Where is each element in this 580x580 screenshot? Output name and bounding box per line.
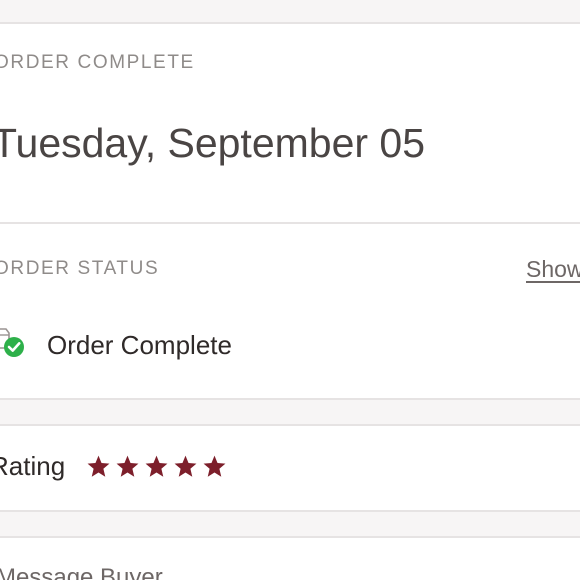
order-status-section: ORDER STATUS Show Order Complete (0, 222, 580, 400)
order-details-page: ORDER COMPLETE Tuesday, September 05 ORD… (0, 0, 580, 580)
star-icon (145, 455, 168, 477)
star-icon (174, 455, 197, 477)
show-link[interactable]: Show (526, 256, 580, 283)
star-icon (87, 455, 110, 477)
order-complete-heading: ORDER COMPLETE (0, 52, 195, 73)
rating-section: Rating (0, 424, 580, 512)
message-buyer-button[interactable]: Message Buyer (0, 536, 580, 580)
star-icon (203, 455, 226, 477)
order-date: Tuesday, September 05 (0, 120, 426, 166)
rating-label: Rating (0, 451, 66, 481)
star-icon (116, 455, 139, 477)
star-rating (86, 454, 227, 479)
order-status-heading: ORDER STATUS (0, 258, 160, 279)
package-check-icon (0, 328, 24, 357)
order-status-text: Order Complete (47, 330, 232, 360)
order-date-section: ORDER COMPLETE Tuesday, September 05 (0, 22, 580, 224)
message-buyer-label: Message Buyer (0, 564, 163, 580)
